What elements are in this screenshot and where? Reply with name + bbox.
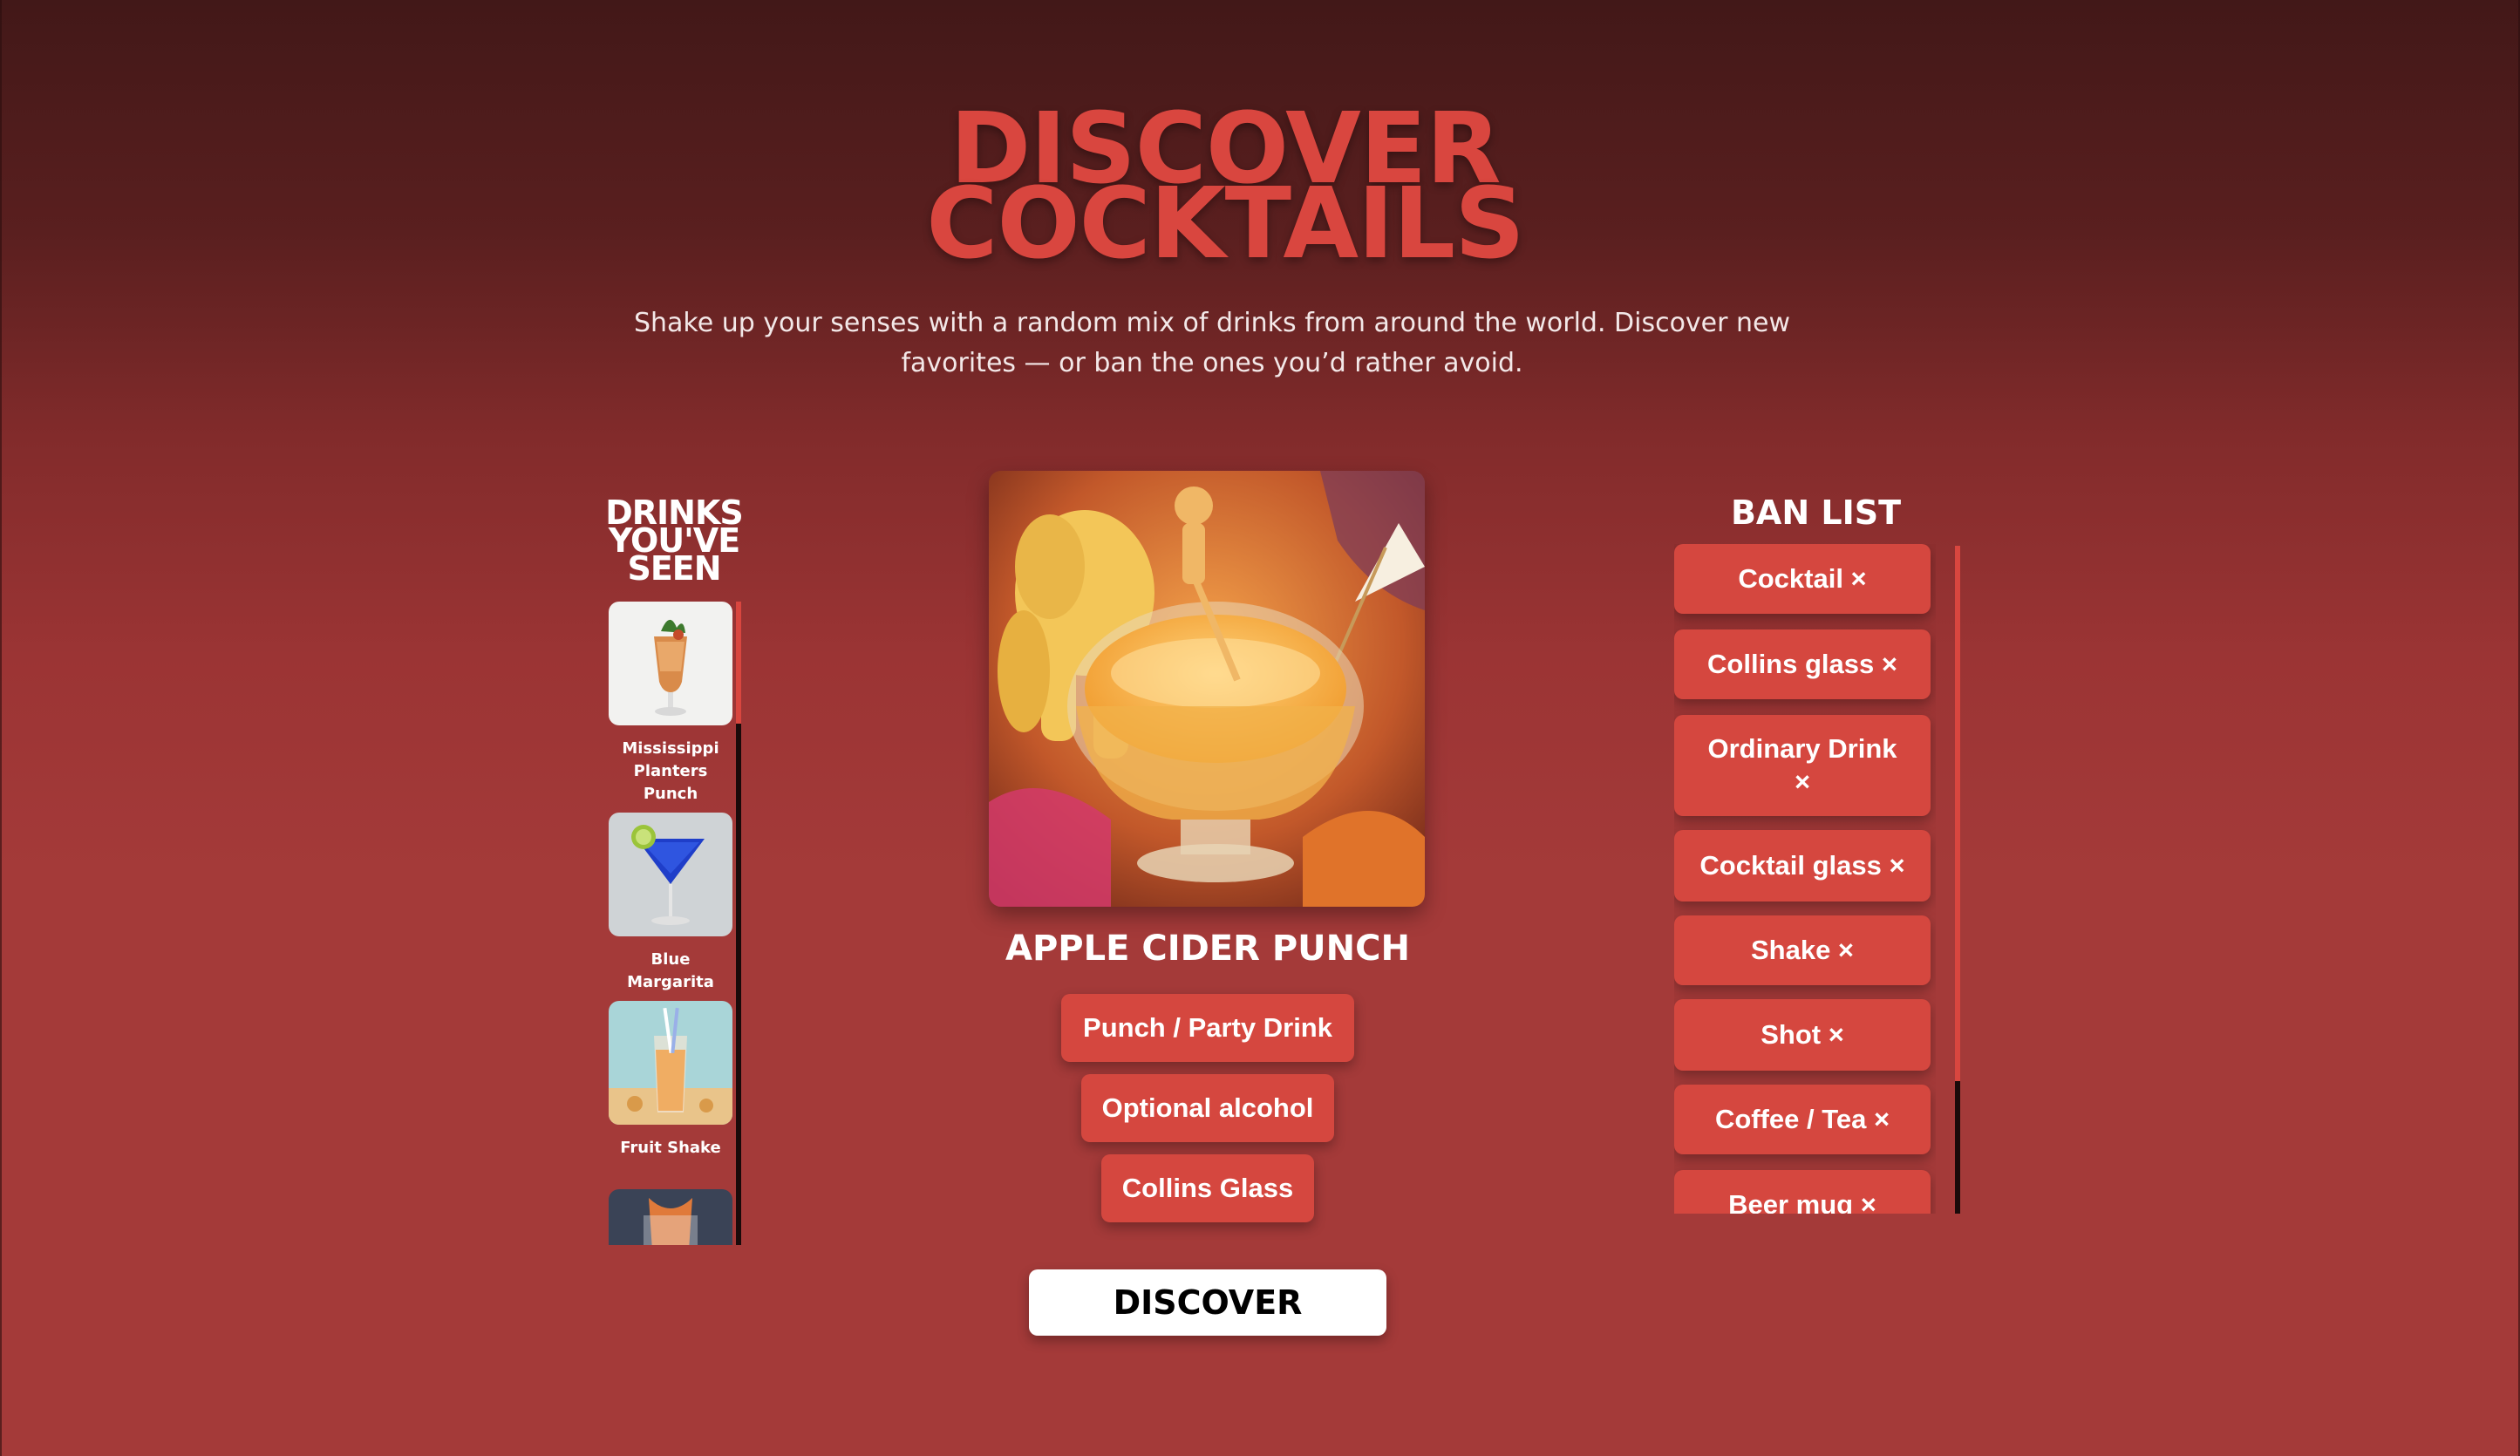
seen-heading: DRINKS YOU'VE SEEN [605,493,744,588]
ban-item-beer-mug[interactable]: Beer mug × [1674,1170,1931,1214]
seen-item-label: Blue Margarita [627,950,714,991]
ban-list-scrollbar[interactable] [1955,546,1960,1214]
ban-item-coffee-tea[interactable]: Coffee / Tea × [1674,1085,1931,1154]
tag-category[interactable]: Punch / Party Drink [1061,994,1354,1062]
page-title: DISCOVER COCKTAILS [0,100,2450,273]
drink-thumbnail[interactable] [609,1189,732,1245]
ban-item-shake[interactable]: Shake × [1674,915,1931,985]
drink-name: APPLE CIDER PUNCH [1005,929,1410,969]
ban-item-cocktail-glass[interactable]: Cocktail glass × [1674,830,1931,901]
seen-item-label: Mississippi Planters Punch [622,739,719,803]
title-line-2: COCKTAILS [926,167,1524,281]
seen-scrollbar-thumb[interactable] [736,602,741,724]
seen-item-partial[interactable] [605,1189,736,1245]
drink-thumbnail[interactable] [609,602,732,725]
discover-button[interactable]: DISCOVER [1029,1269,1386,1336]
ban-item-shot[interactable]: Shot × [1674,999,1931,1071]
ban-list-scrollbar-thumb[interactable] [1955,546,1960,1081]
page-subtitle: Shake up your senses with a random mix o… [633,308,1791,378]
tag-glass[interactable]: Collins Glass [1101,1154,1314,1222]
seen-list[interactable]: Mississippi Planters Punch Blue Margarit… [605,600,736,1245]
seen-item-fruit-shake[interactable]: Fruit Shake [605,1001,736,1160]
seen-scrollbar[interactable] [736,602,741,1245]
seen-item-label: Fruit Shake [620,1139,721,1157]
ban-item-collins-glass[interactable]: Collins glass × [1674,629,1931,699]
drink-photo [989,471,1425,907]
ban-item-ordinary-drink[interactable]: Ordinary Drink × [1674,715,1931,816]
seen-item-blue-margarita[interactable]: Blue Margarita [605,813,736,994]
ban-item-cocktail[interactable]: Cocktail × [1674,544,1931,614]
drink-thumbnail[interactable] [609,1001,732,1125]
drink-thumbnail[interactable] [609,813,732,936]
ban-list[interactable]: Cocktail × Collins glass × Ordinary Drin… [1674,544,1936,1214]
tag-alcoholic[interactable]: Optional alcohol [1081,1074,1334,1142]
seen-item-mississippi-planters-punch[interactable]: Mississippi Planters Punch [605,602,736,806]
ban-list-heading: BAN LIST [1730,493,1902,532]
